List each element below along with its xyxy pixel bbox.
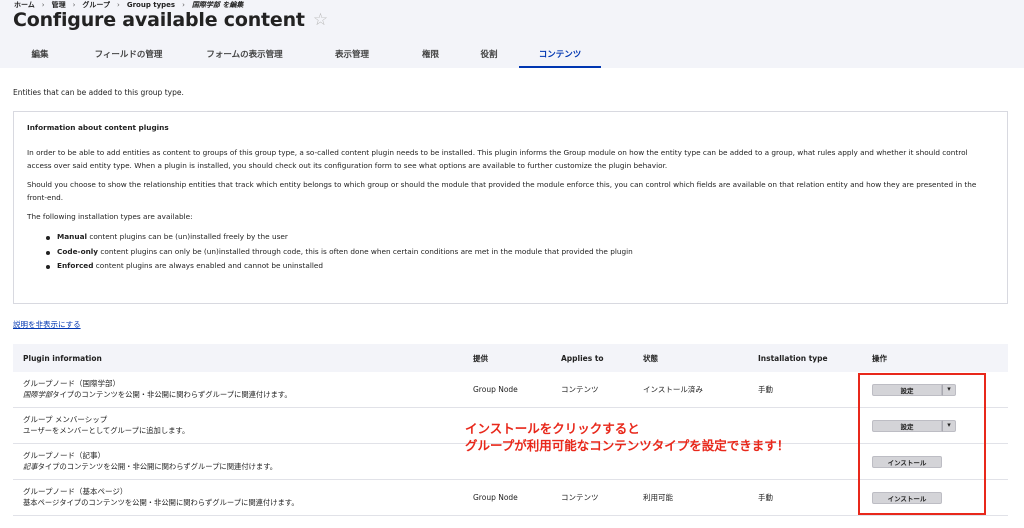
info-paragraph-2: Should you choose to show the relationsh… [27, 180, 977, 202]
plugin-name: グループノード（基本ページ） [23, 486, 128, 496]
install-type-description: content plugins can be (un)installed fre… [87, 232, 288, 242]
list-item: Code-only content plugins can only be (u… [27, 245, 994, 259]
provider-cell: Group Node [473, 493, 518, 502]
install-type-description: content plugins can only be (un)installe… [98, 246, 633, 256]
column-header-status: 状態 [643, 353, 658, 363]
plugin-name: グループノード（記事） [23, 450, 106, 460]
plugin-info-cell: グループノード（記事） 記事タイプのコンテンツを公開・非公開に関わらずグループに… [13, 451, 473, 472]
info-paragraph-3: The following installation types are ava… [27, 211, 193, 221]
install-type-description: content plugins are always enabled and c… [93, 260, 323, 270]
hide-description-link[interactable]: 説明を非表示にする [13, 319, 81, 330]
plugin-name: グループノード（国際学部） [23, 378, 121, 388]
plugin-description-text: タイプのコンテンツを公開・非公開に関わらずグループに関連付けます。 [37, 461, 278, 471]
plugin-description-text: タイプのコンテンツを公開・非公開に関わらずグループに関連付けます。 [52, 389, 292, 399]
column-header-operations: 操作 [872, 353, 887, 363]
annotation-line-1: インストールをクリックすると [465, 421, 640, 436]
status-cell: インストール済み [643, 385, 703, 394]
tab-content[interactable]: コンテンツ [519, 40, 601, 68]
plugin-description: ユーザーをメンバーとしてグループに追加します。 [23, 426, 473, 437]
applies-to-cell: コンテンツ [561, 385, 599, 394]
breadcrumb-separator: › [117, 1, 120, 9]
applies-to-cell: コンテンツ [561, 493, 599, 502]
tab-edit[interactable]: 編集 [10, 40, 70, 68]
installation-types-list: Manual content plugins can be (un)instal… [27, 230, 994, 273]
tab-manage-form-display[interactable]: フォームの表示管理 [187, 40, 302, 68]
install-type-term: Code-only [57, 246, 99, 256]
page-title: Configure available content [13, 9, 305, 31]
plugin-description: 基本ページタイプのコンテンツを公開・非公開に関わらずグループに関連付けます。 [23, 498, 473, 509]
plugin-description-type: 記事 [23, 461, 38, 471]
installation-type-cell: 手動 [758, 493, 773, 502]
status-cell: 利用可能 [643, 493, 673, 502]
plugin-info-cell: グループ メンバーシップ ユーザーをメンバーとしてグループに追加します。 [13, 415, 473, 436]
annotation-highlight-box [858, 373, 986, 515]
intro-text: Entities that can be added to this group… [13, 88, 184, 97]
column-header-provider: 提供 [473, 353, 488, 363]
annotation-callout: インストールをクリックすると グループが利用可能なコンテンツタイプを設定できます… [465, 421, 789, 455]
column-header-applies-to: Applies to [561, 353, 604, 363]
page-header: ホーム › 管理 › グループ › Group types › 国際学部 を編集… [0, 0, 1024, 68]
info-title: Information about content plugins [27, 123, 169, 132]
tab-manage-fields[interactable]: フィールドの管理 [70, 40, 187, 68]
list-item: Enforced content plugins are always enab… [27, 259, 994, 273]
column-header-installation-type: Installation type [758, 353, 828, 363]
annotation-line-2: グループが利用可能なコンテンツタイプを設定できます！ [465, 437, 790, 453]
plugin-name: グループ メンバーシップ [23, 414, 108, 424]
tab-roles[interactable]: 役割 [459, 40, 519, 68]
content-plugins-info: Information about content plugins In ord… [13, 111, 1008, 304]
plugin-info-cell: グループノード（基本ページ） 基本ページタイプのコンテンツを公開・非公開に関わら… [13, 487, 473, 508]
install-type-term: Enforced [57, 260, 94, 270]
tab-permissions[interactable]: 権限 [402, 40, 459, 68]
provider-cell: Group Node [473, 385, 518, 394]
list-item: Manual content plugins can be (un)instal… [27, 230, 994, 244]
breadcrumb-separator: › [41, 1, 45, 9]
primary-tabs: 編集 フィールドの管理 フォームの表示管理 表示管理 権限 役割 コンテンツ [10, 40, 601, 68]
plugin-description-text: 基本ページタイプのコンテンツを公開・非公開に関わらずグループに関連付けます。 [23, 497, 299, 507]
plugin-info-cell: グループノード（国際学部） 国際学部タイプのコンテンツを公開・非公開に関わらずグ… [13, 379, 473, 400]
info-paragraph-1: In order to be able to add entities as c… [27, 148, 968, 170]
plugin-description-text: ユーザーをメンバーとしてグループに追加します。 [23, 425, 190, 435]
breadcrumb-separator: › [72, 1, 76, 9]
star-icon[interactable]: ☆ [313, 11, 328, 29]
installation-type-cell: 手動 [758, 385, 773, 394]
plugin-description: 国際学部タイプのコンテンツを公開・非公開に関わらずグループに関連付けます。 [23, 390, 473, 401]
breadcrumb-group-types[interactable]: Group types [127, 1, 175, 9]
plugin-description: 記事タイプのコンテンツを公開・非公開に関わらずグループに関連付けます。 [23, 462, 473, 473]
plugin-description-type: 国際学部 [23, 389, 53, 399]
page-title-row: Configure available content ☆ [13, 9, 328, 31]
breadcrumb-separator: › [182, 1, 185, 9]
column-header-plugin-information: Plugin information [23, 353, 102, 363]
table-header: Plugin information 提供 Applies to 状態 Inst… [13, 344, 1008, 372]
install-type-term: Manual [57, 232, 87, 242]
tab-manage-display[interactable]: 表示管理 [302, 40, 402, 68]
